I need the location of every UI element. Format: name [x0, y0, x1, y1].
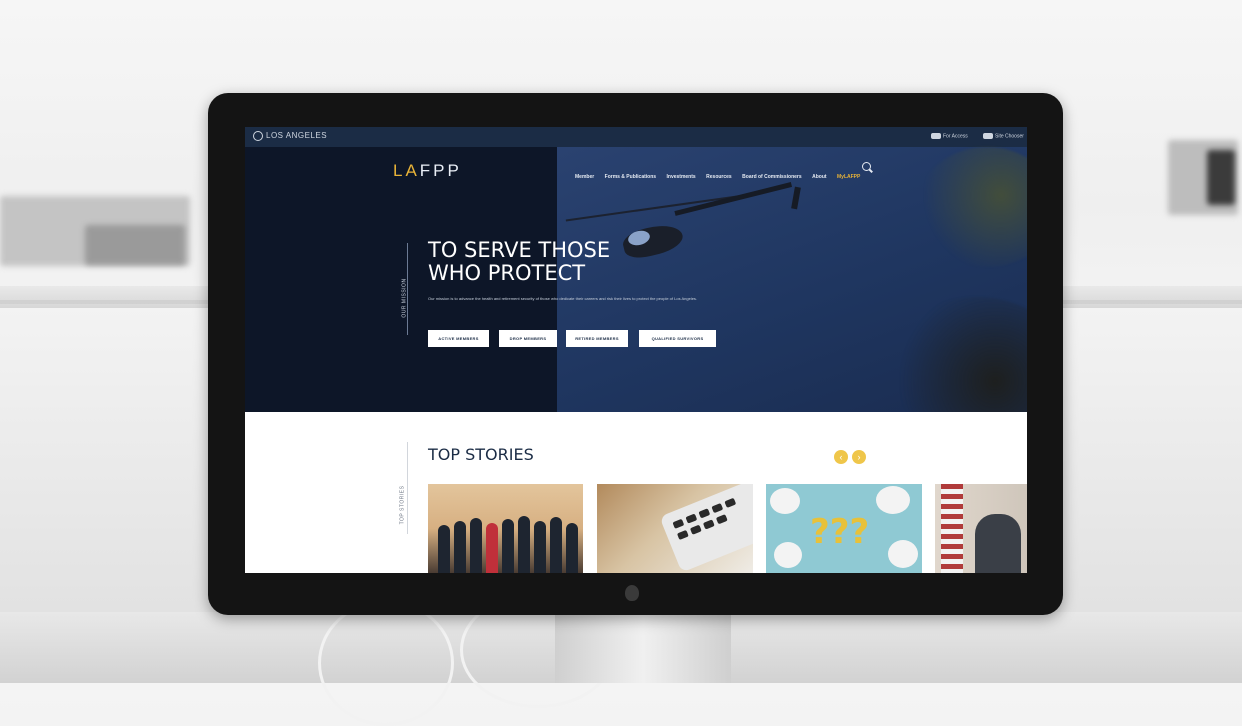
- story-card-questions[interactable]: ???: [766, 484, 922, 573]
- retired-members-button[interactable]: RETIRED MEMBERS: [566, 330, 628, 347]
- top-stories-heading: TOP STORIES: [428, 445, 534, 464]
- utility-bar: LOS ANGELES For Access Site Chooser: [245, 127, 1027, 147]
- person-figure: [454, 521, 466, 573]
- site-chooser-label: Site Chooser: [995, 133, 1024, 140]
- access-tool[interactable]: For Access: [931, 133, 968, 141]
- active-members-button[interactable]: ACTIVE MEMBERS: [428, 330, 489, 347]
- carousel-prev-button[interactable]: ‹: [834, 450, 848, 464]
- calculator-key: [676, 529, 689, 541]
- nav-item-investments[interactable]: Investments: [667, 174, 696, 180]
- background-shelf-object: [85, 225, 185, 265]
- paper-ball-image: [770, 488, 800, 514]
- calculator-key: [698, 508, 711, 519]
- person-figure: [438, 525, 450, 573]
- monitor-cable: [318, 600, 454, 726]
- city-brand-label: LOS ANGELES: [266, 131, 328, 141]
- stories-side-label: TOP STORIES: [399, 485, 406, 525]
- palm-tree-image: [917, 147, 1027, 267]
- background-shelf-object: [1207, 150, 1235, 205]
- calculator-key: [702, 519, 715, 530]
- paper-ball-image: [888, 540, 918, 568]
- nav-item-board[interactable]: Board of Commissioners: [742, 174, 801, 180]
- person-figure: [502, 519, 514, 573]
- nav-item-mylafpp[interactable]: MyLAFPP: [837, 174, 860, 180]
- nav-item-forms[interactable]: Forms & Publications: [605, 174, 656, 180]
- nav-item-member[interactable]: Member: [575, 174, 594, 180]
- calculator-image: [659, 484, 753, 573]
- paper-ball-image: [876, 486, 910, 514]
- search-icon[interactable]: [862, 162, 871, 171]
- nav-item-resources[interactable]: Resources: [706, 174, 732, 180]
- hero-title: TO SERVE THOSE WHO PROTECT: [428, 238, 611, 285]
- person-figure: [550, 517, 562, 573]
- calculator-key: [689, 524, 702, 535]
- city-seal-icon: [253, 131, 263, 141]
- qualified-survivors-button[interactable]: QUALIFIED SURVIVORS: [639, 330, 716, 347]
- nav-item-about[interactable]: About: [812, 174, 826, 180]
- hero-description: Our mission is to advance the health and…: [428, 296, 698, 301]
- monitor-stand: [555, 612, 731, 683]
- person-figure: [518, 516, 530, 573]
- hero-section: LAFPP Member Forms & Publications Invest…: [245, 147, 1027, 437]
- calculator-key: [724, 497, 737, 508]
- carousel-next-button[interactable]: ›: [852, 450, 866, 464]
- story-card-calculator[interactable]: [597, 484, 753, 573]
- site-chooser-tool[interactable]: Site Chooser: [983, 133, 1024, 141]
- logo-accent: LA: [393, 161, 420, 180]
- access-tool-label: For Access: [943, 133, 968, 140]
- main-nav: Member Forms & Publications Investments …: [575, 165, 866, 180]
- person-figure: [566, 523, 578, 573]
- person-figure: [470, 518, 482, 573]
- person-figure: [486, 523, 498, 573]
- lafpp-logo[interactable]: LAFPP: [393, 161, 462, 181]
- top-stories-section: TOP STORIES TOP STORIES ‹ › ???: [245, 412, 1027, 573]
- flag-image: [941, 484, 963, 573]
- calculator-key: [711, 502, 724, 514]
- apple-logo-icon: [625, 585, 639, 601]
- calculator-key: [685, 513, 698, 524]
- calculator-key: [715, 514, 728, 525]
- mission-side-label: OUR MISSION: [401, 278, 408, 318]
- logo-rest: FPP: [419, 161, 462, 180]
- story-card-flag[interactable]: [935, 484, 1027, 573]
- person-figure: [975, 514, 1021, 573]
- drop-members-button[interactable]: DROP MEMBERS: [499, 330, 557, 347]
- question-marks: ???: [810, 512, 870, 552]
- city-brand[interactable]: LOS ANGELES: [253, 131, 327, 141]
- toggle-icon: [983, 133, 993, 139]
- paper-ball-image: [774, 542, 802, 568]
- stories-divider: [407, 442, 408, 534]
- person-figure: [534, 521, 546, 573]
- toggle-icon: [931, 133, 941, 139]
- story-card-group-photo[interactable]: [428, 484, 583, 573]
- calculator-key: [672, 518, 685, 529]
- website-screen: LOS ANGELES For Access Site Chooser LAFP…: [245, 127, 1027, 573]
